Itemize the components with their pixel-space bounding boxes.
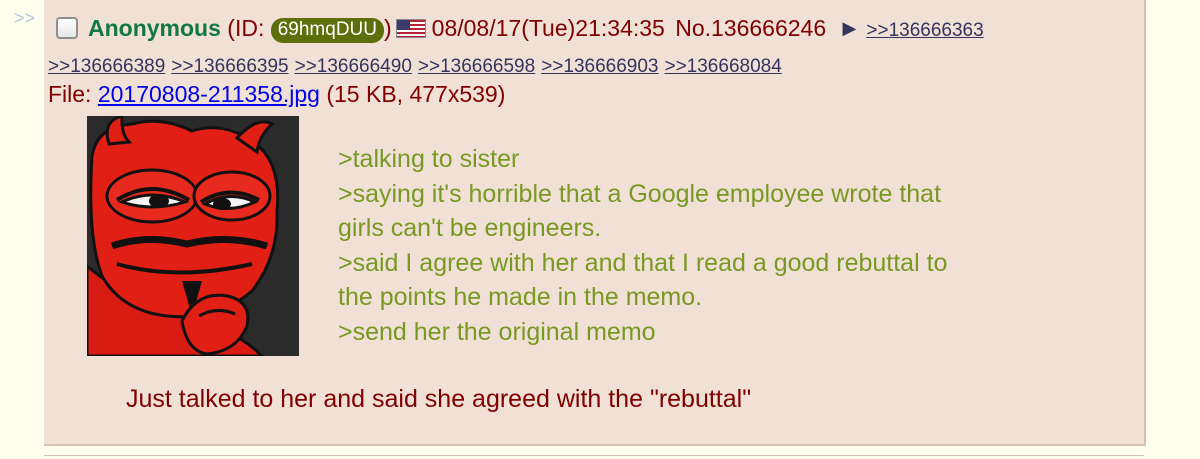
poster-name: Anonymous xyxy=(88,15,221,41)
backlink[interactable]: >>136668084 xyxy=(664,56,781,77)
post-menu-arrow-icon[interactable]: ▶ xyxy=(843,18,857,38)
greentext-line: >saying it's horrible that a Google empl… xyxy=(338,179,942,208)
greentext-line: >said I agree with her and that I read a… xyxy=(338,248,948,277)
file-thumbnail[interactable] xyxy=(87,116,299,356)
post-checkbox[interactable] xyxy=(56,17,78,39)
backlinks-row: >>136666389 >>136666395 >>136666490 >>13666… xyxy=(48,55,788,79)
backlink[interactable]: >>136666598 xyxy=(418,56,535,77)
backlink[interactable]: >>136666490 xyxy=(295,56,412,77)
poster-id-suffix: ) xyxy=(384,15,392,41)
post-info: Anonymous (ID: 69hmqDUU) 08/08/17(Tue)21:… xyxy=(56,14,1136,45)
post-datetime: 08/08/17(Tue)21:34:35 xyxy=(431,15,665,41)
red-frog-image xyxy=(87,116,299,356)
poster-id-wrap: (ID: 69hmqDUU) xyxy=(227,15,392,43)
file-meta: (15 KB, 477x539) xyxy=(319,81,506,107)
divider xyxy=(44,455,1144,456)
file-prefix: File: xyxy=(48,81,98,107)
post-body-greentext: >talking to sister >saying it's horrible… xyxy=(338,142,1098,349)
poster-id-prefix: (ID: xyxy=(227,15,271,41)
side-arrows: >> xyxy=(14,8,36,28)
file-info: File: 20170808-211358.jpg (15 KB, 477x53… xyxy=(48,80,505,108)
post-number[interactable]: No.136666246 xyxy=(675,15,826,41)
poster-id-badge[interactable]: 69hmqDUU xyxy=(270,18,384,43)
post-body-text: Just talked to her and said she agreed w… xyxy=(126,385,752,413)
reply-post: Anonymous (ID: 69hmqDUU) 08/08/17(Tue)21:… xyxy=(44,0,1146,446)
greentext-line: >send her the original memo xyxy=(338,317,656,346)
backlink[interactable]: >>136666903 xyxy=(541,56,658,77)
us-flag-icon xyxy=(395,19,426,38)
backlink[interactable]: >>136666389 xyxy=(48,56,165,77)
greentext-line: >talking to sister xyxy=(338,145,520,173)
backlink[interactable]: >>136666363 xyxy=(866,20,983,41)
greentext-line: girls can't be engineers. xyxy=(338,214,602,242)
backlink[interactable]: >>136666395 xyxy=(171,56,288,77)
file-link[interactable]: 20170808-211358.jpg xyxy=(98,81,320,107)
greentext-line: the points he made in the memo. xyxy=(338,283,703,311)
